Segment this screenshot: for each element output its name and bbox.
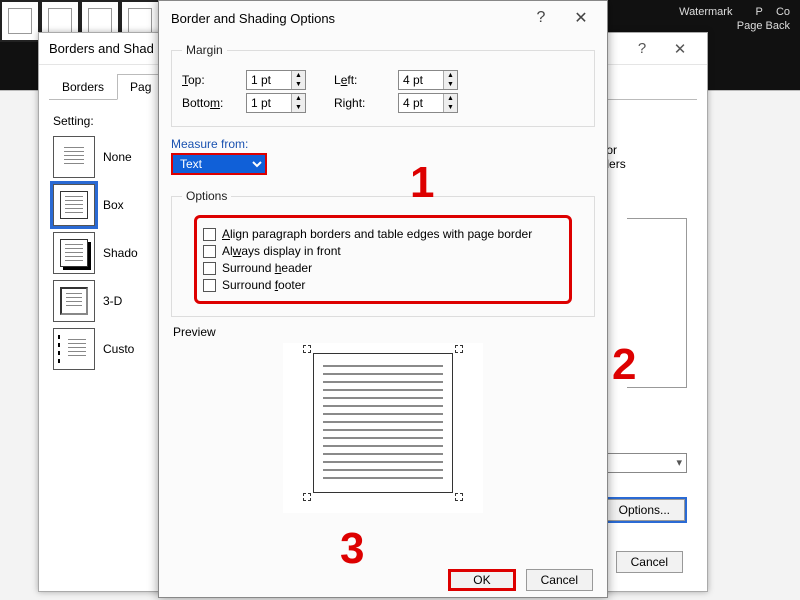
checkbox-icon[interactable] [203, 245, 216, 258]
right-spinner[interactable]: ▲▼ [398, 93, 458, 113]
right-label: Right: [334, 96, 390, 110]
ok-button[interactable]: OK [448, 569, 515, 591]
setting-box-label: Box [103, 198, 124, 212]
opt-surround-footer[interactable]: Surround footer [203, 278, 563, 292]
right-input[interactable] [399, 94, 443, 112]
setting-shadow-icon[interactable] [53, 232, 95, 274]
setting-custom-label: Custo [103, 342, 134, 356]
bottom-spinner[interactable]: ▲▼ [246, 93, 306, 113]
setting-none-label: None [103, 150, 132, 164]
options-group: Options Align paragraph borders and tabl… [171, 189, 595, 317]
ribbon-co[interactable]: Co [776, 6, 790, 18]
preview-pane [283, 343, 483, 513]
left-label: Left: [334, 73, 390, 87]
opt-surround-header[interactable]: Surround header [203, 261, 563, 275]
tab-borders[interactable]: Borders [49, 74, 117, 100]
setting-3d-label: 3-D [103, 294, 122, 308]
bottom-input[interactable] [247, 94, 291, 112]
opt-display-front[interactable]: Always display in front [203, 244, 563, 258]
measure-from-select[interactable]: Text [171, 153, 267, 175]
border-shading-options-dialog: Border and Shading Options ? ✕ Margin TT… [158, 0, 608, 598]
ribbon-watermark[interactable]: Watermark [679, 6, 732, 18]
checkbox-icon[interactable] [203, 228, 216, 241]
options-button[interactable]: Options... [604, 499, 685, 521]
annotation-marker-2: 2 [612, 340, 636, 390]
back-cancel-button[interactable]: Cancel [616, 551, 683, 573]
front-close-button[interactable]: ✕ [561, 8, 601, 28]
front-titlebar: Border and Shading Options ? ✕ [159, 1, 607, 35]
ribbon-page-back[interactable]: Page Back [679, 20, 790, 32]
front-button-row: OK Cancel [448, 569, 593, 591]
top-label: TTop:op: [182, 73, 238, 87]
preview-label: Preview [173, 325, 593, 339]
annotation-marker-1: 1 [410, 158, 434, 208]
setting-box-icon[interactable] [53, 184, 95, 226]
annotation-marker-3: 3 [340, 524, 364, 574]
front-title: Border and Shading Options [171, 11, 521, 26]
front-cancel-button[interactable]: Cancel [526, 569, 593, 591]
setting-custom-icon[interactable] [53, 328, 95, 370]
checkbox-icon[interactable] [203, 262, 216, 275]
back-close-button[interactable]: ✕ [661, 40, 699, 58]
bottom-label: Bottom: [182, 96, 238, 110]
ribbon-p[interactable]: P [756, 6, 763, 18]
top-spinner[interactable]: ▲▼ [246, 70, 306, 90]
left-spinner[interactable]: ▲▼ [398, 70, 458, 90]
front-help-button[interactable]: ? [521, 9, 561, 27]
checkbox-icon[interactable] [203, 279, 216, 292]
margin-legend: Margin [182, 43, 227, 57]
top-input[interactable] [247, 71, 291, 89]
left-input[interactable] [399, 71, 443, 89]
setting-3d-icon[interactable] [53, 280, 95, 322]
options-highlight-box: Align paragraph borders and table edges … [194, 215, 572, 304]
margin-group: Margin TTop:op: ▲▼ Left: ▲▼ Bottom: ▲▼ R… [171, 43, 595, 127]
setting-none-icon[interactable] [53, 136, 95, 178]
setting-shadow-label: Shado [103, 246, 138, 260]
measure-from-label: Measure from: [171, 137, 595, 151]
options-legend: Options [182, 189, 231, 203]
opt-align-borders[interactable]: Align paragraph borders and table edges … [203, 227, 563, 241]
back-help-button[interactable]: ? [623, 40, 661, 57]
ribbon-right: Watermark P Co Page Back [669, 0, 800, 32]
